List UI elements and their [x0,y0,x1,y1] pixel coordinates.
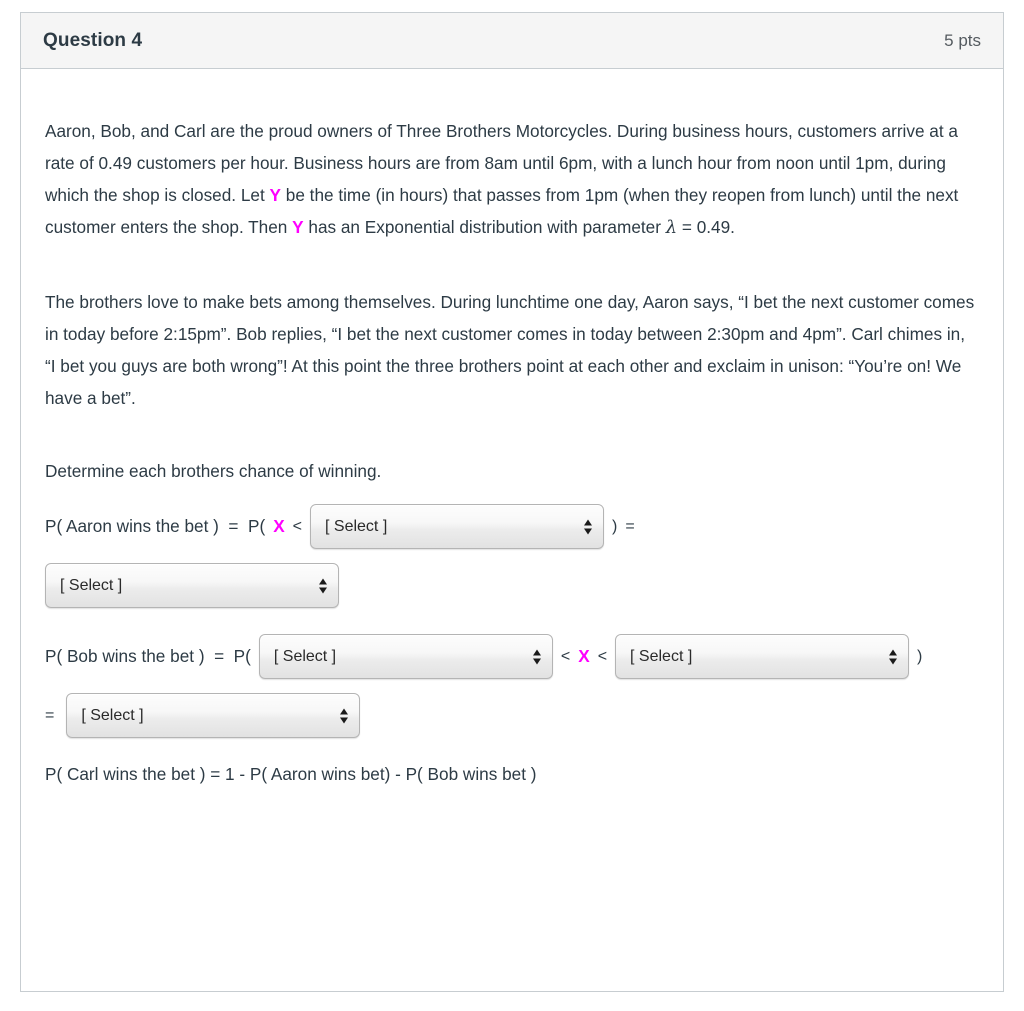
question-paragraph-2: The brothers love to make bets among the… [45,292,975,408]
bob-select-upper-bound[interactable]: [ Select ] [615,634,910,679]
aaron-equals: = [625,517,635,535]
aaron-result-row: [ Select ] [45,563,979,608]
up-down-arrows-icon [340,708,349,723]
variable-y-2: Y [292,217,304,237]
bob-less-than-right: < [597,647,608,665]
aaron-close-paren: ) [612,517,618,535]
aaron-select-upper-bound[interactable]: [ Select ] [310,504,605,549]
aaron-select-probability-label: [ Select ] [60,576,123,594]
bob-variable-x: X [578,646,590,666]
aaron-less-than: < [292,517,303,535]
carl-answer-line: P( Carl wins the bet ) = 1 - P( Aaron wi… [45,764,537,784]
question-paragraph-1: Aaron, Bob, and Carl are the proud owner… [45,115,979,244]
bob-close-paren: ) [917,647,923,665]
up-down-arrows-icon [584,519,593,534]
variable-y-1: Y [269,185,281,205]
lambda-symbol: λ [665,217,678,238]
bob-select-probability-label: [ Select ] [81,706,144,724]
up-down-arrows-icon [889,649,898,664]
question-header: Question 4 5 pts [21,13,1003,69]
bob-label: P( Bob wins the bet ) = P( [45,646,251,666]
up-down-arrows-icon [532,649,541,664]
bob-select-lower-bound[interactable]: [ Select ] [258,634,553,679]
bob-less-than-left: < [560,647,571,665]
aaron-label: P( Aaron wins the bet ) = P( [45,516,266,536]
paragraph-1-text-c: has an Exponential distribution with par… [303,217,666,237]
bob-result-row: = [ Select ] [45,693,979,738]
determine-prompt: Determine each brothers chance of winnin… [45,461,382,481]
aaron-variable-x: X [273,516,285,536]
up-down-arrows-icon [319,578,327,593]
question-title: Question 4 [43,29,143,51]
bob-select-lower-bound-label: [ Select ] [273,647,337,665]
question-points: 5 pts [944,30,981,50]
question-body: Aaron, Bob, and Carl are the proud owner… [21,69,1003,785]
bob-equals: = [45,706,55,724]
aaron-select-upper-bound-label: [ Select ] [325,517,388,535]
bob-answer-row: P( Bob wins the bet ) = P( [ Select ] < … [45,634,979,679]
paragraph-1-text-d: = 0.49. [677,217,735,237]
bob-select-upper-bound-label: [ Select ] [630,647,693,665]
aaron-answer-row: P( Aaron wins the bet ) = P( X < [ Selec… [45,504,979,549]
question-card: Question 4 5 pts Aaron, Bob, and Carl ar… [20,12,1004,992]
aaron-select-probability[interactable]: [ Select ] [45,563,339,608]
bob-select-probability[interactable]: [ Select ] [66,693,361,738]
